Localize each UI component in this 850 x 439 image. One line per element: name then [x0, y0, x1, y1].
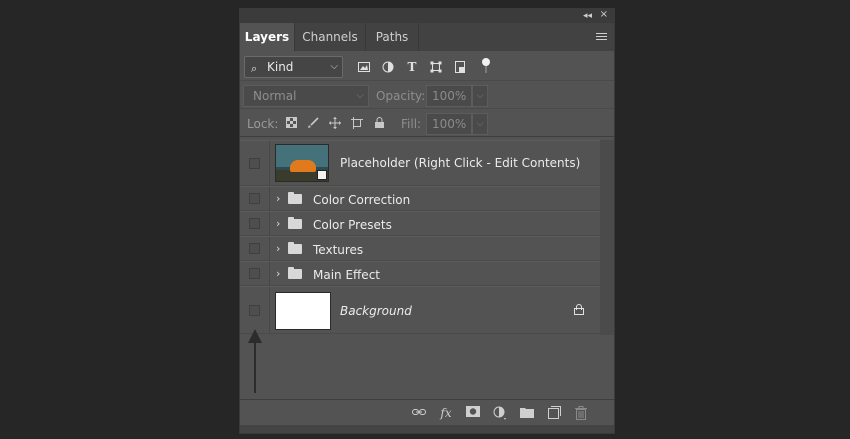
filter-row: ⌕ Kind ⌵ T: [240, 51, 614, 81]
trash-icon[interactable]: [574, 406, 588, 420]
layer-row-smartobject[interactable]: Placeholder (Right Click - Edit Contents…: [240, 140, 600, 186]
close-icon[interactable]: ×: [600, 9, 608, 21]
kind-dropdown[interactable]: ⌕ Kind ⌵: [244, 56, 343, 78]
adjustment-filter-icon[interactable]: [382, 61, 394, 73]
search-icon: ⌕: [251, 62, 258, 75]
visibility-toggle[interactable]: [249, 158, 260, 169]
new-group-icon[interactable]: [520, 406, 534, 420]
layer-name: Main Effect: [313, 268, 380, 282]
layer-row-group[interactable]: › Color Presets: [240, 211, 600, 236]
smartobject-badge-icon: [317, 170, 327, 180]
fill-field[interactable]: 100% ⌵: [426, 113, 488, 135]
chevron-right-icon[interactable]: ›: [276, 242, 280, 255]
visibility-toggle[interactable]: [249, 268, 260, 279]
opacity-value: 100%: [432, 89, 467, 103]
blend-mode-dropdown[interactable]: Normal ⌵: [243, 85, 369, 107]
fill-label: Fill:: [401, 117, 422, 131]
layer-thumbnail[interactable]: [275, 292, 331, 330]
folder-icon: [288, 217, 302, 229]
panel-bottom-toolbar: fx: [240, 399, 614, 425]
fill-value: 100%: [432, 117, 467, 131]
blend-row: Normal ⌵ Opacity: 100% ⌵: [240, 81, 614, 109]
layer-list: Placeholder (Right Click - Edit Contents…: [240, 140, 600, 334]
opacity-label: Opacity:: [376, 89, 426, 103]
fx-icon[interactable]: fx: [439, 406, 453, 420]
pixel-filter-icon[interactable]: [358, 61, 370, 73]
layer-name: Color Correction: [313, 193, 411, 207]
layers-panel: ◂◂ × Layers Channels Paths ⌕ Kind ⌵ T No…: [239, 8, 615, 434]
chevron-right-icon[interactable]: ›: [276, 192, 280, 205]
lock-row: Lock: Fill: 100% ⌵: [240, 109, 614, 137]
lock-transparent-icon[interactable]: [285, 117, 297, 129]
column-divider: [269, 237, 270, 260]
visibility-toggle[interactable]: [249, 218, 260, 229]
lock-icon[interactable]: [574, 304, 584, 315]
new-layer-icon[interactable]: [547, 406, 561, 420]
lock-position-icon[interactable]: [329, 117, 341, 129]
visibility-toggle[interactable]: [249, 193, 260, 204]
folder-icon: [288, 242, 302, 254]
lock-all-icon[interactable]: [373, 117, 385, 129]
column-divider: [269, 187, 270, 210]
chevron-down-icon: ⌵: [356, 90, 364, 101]
opacity-field[interactable]: 100% ⌵: [426, 85, 488, 107]
visibility-toggle[interactable]: [249, 305, 260, 316]
tab-layers[interactable]: Layers: [240, 23, 295, 51]
panel-footer-strip: [240, 425, 614, 433]
panel-tabs: Layers Channels Paths: [240, 23, 614, 51]
layer-name: Textures: [313, 243, 364, 257]
layer-name: Background: [340, 304, 412, 318]
chevron-right-icon[interactable]: ›: [276, 267, 280, 280]
type-filter-icon[interactable]: T: [406, 61, 418, 73]
layer-row-background[interactable]: Background: [240, 286, 600, 334]
chevron-down-icon: ⌵: [330, 61, 338, 72]
layer-list-scrollbar[interactable]: [600, 140, 614, 335]
folder-icon: [288, 267, 302, 279]
collapse-arrows-icon[interactable]: ◂◂: [583, 10, 592, 22]
blend-mode-value: Normal: [253, 89, 297, 103]
chevron-right-icon[interactable]: ›: [276, 217, 280, 230]
layer-thumbnail[interactable]: [275, 144, 329, 182]
mask-icon[interactable]: [466, 406, 480, 420]
column-divider: [269, 141, 270, 185]
lock-artboard-icon[interactable]: [351, 117, 363, 129]
visibility-toggle[interactable]: [249, 243, 260, 254]
folder-icon: [288, 192, 302, 204]
filter-toggle-icon[interactable]: [482, 58, 490, 66]
smartobject-filter-icon[interactable]: [454, 61, 466, 73]
tab-channels[interactable]: Channels: [295, 23, 366, 51]
column-divider: [269, 287, 270, 333]
chevron-down-icon[interactable]: ⌵: [472, 113, 488, 135]
layer-row-group[interactable]: › Textures: [240, 236, 600, 261]
panel-menu-icon[interactable]: [596, 33, 607, 42]
tab-paths[interactable]: Paths: [366, 23, 419, 51]
column-divider: [269, 262, 270, 285]
filter-toggle-stem: [485, 66, 487, 73]
column-divider: [269, 212, 270, 235]
panel-topbar: ◂◂ ×: [240, 9, 614, 23]
layer-name: Placeholder (Right Click - Edit Contents…: [340, 156, 581, 170]
annotation-arrow-line: [254, 341, 256, 393]
adjustment-icon[interactable]: [493, 406, 507, 420]
layer-name: Color Presets: [313, 218, 392, 232]
chevron-down-icon[interactable]: ⌵: [472, 85, 488, 107]
lock-image-icon[interactable]: [307, 117, 319, 129]
layer-row-group[interactable]: › Main Effect: [240, 261, 600, 286]
link-icon[interactable]: [412, 406, 426, 420]
layer-row-group[interactable]: › Color Correction: [240, 186, 600, 211]
shape-filter-icon[interactable]: [430, 61, 442, 73]
lock-label: Lock:: [247, 117, 279, 131]
kind-label: Kind: [267, 60, 294, 74]
